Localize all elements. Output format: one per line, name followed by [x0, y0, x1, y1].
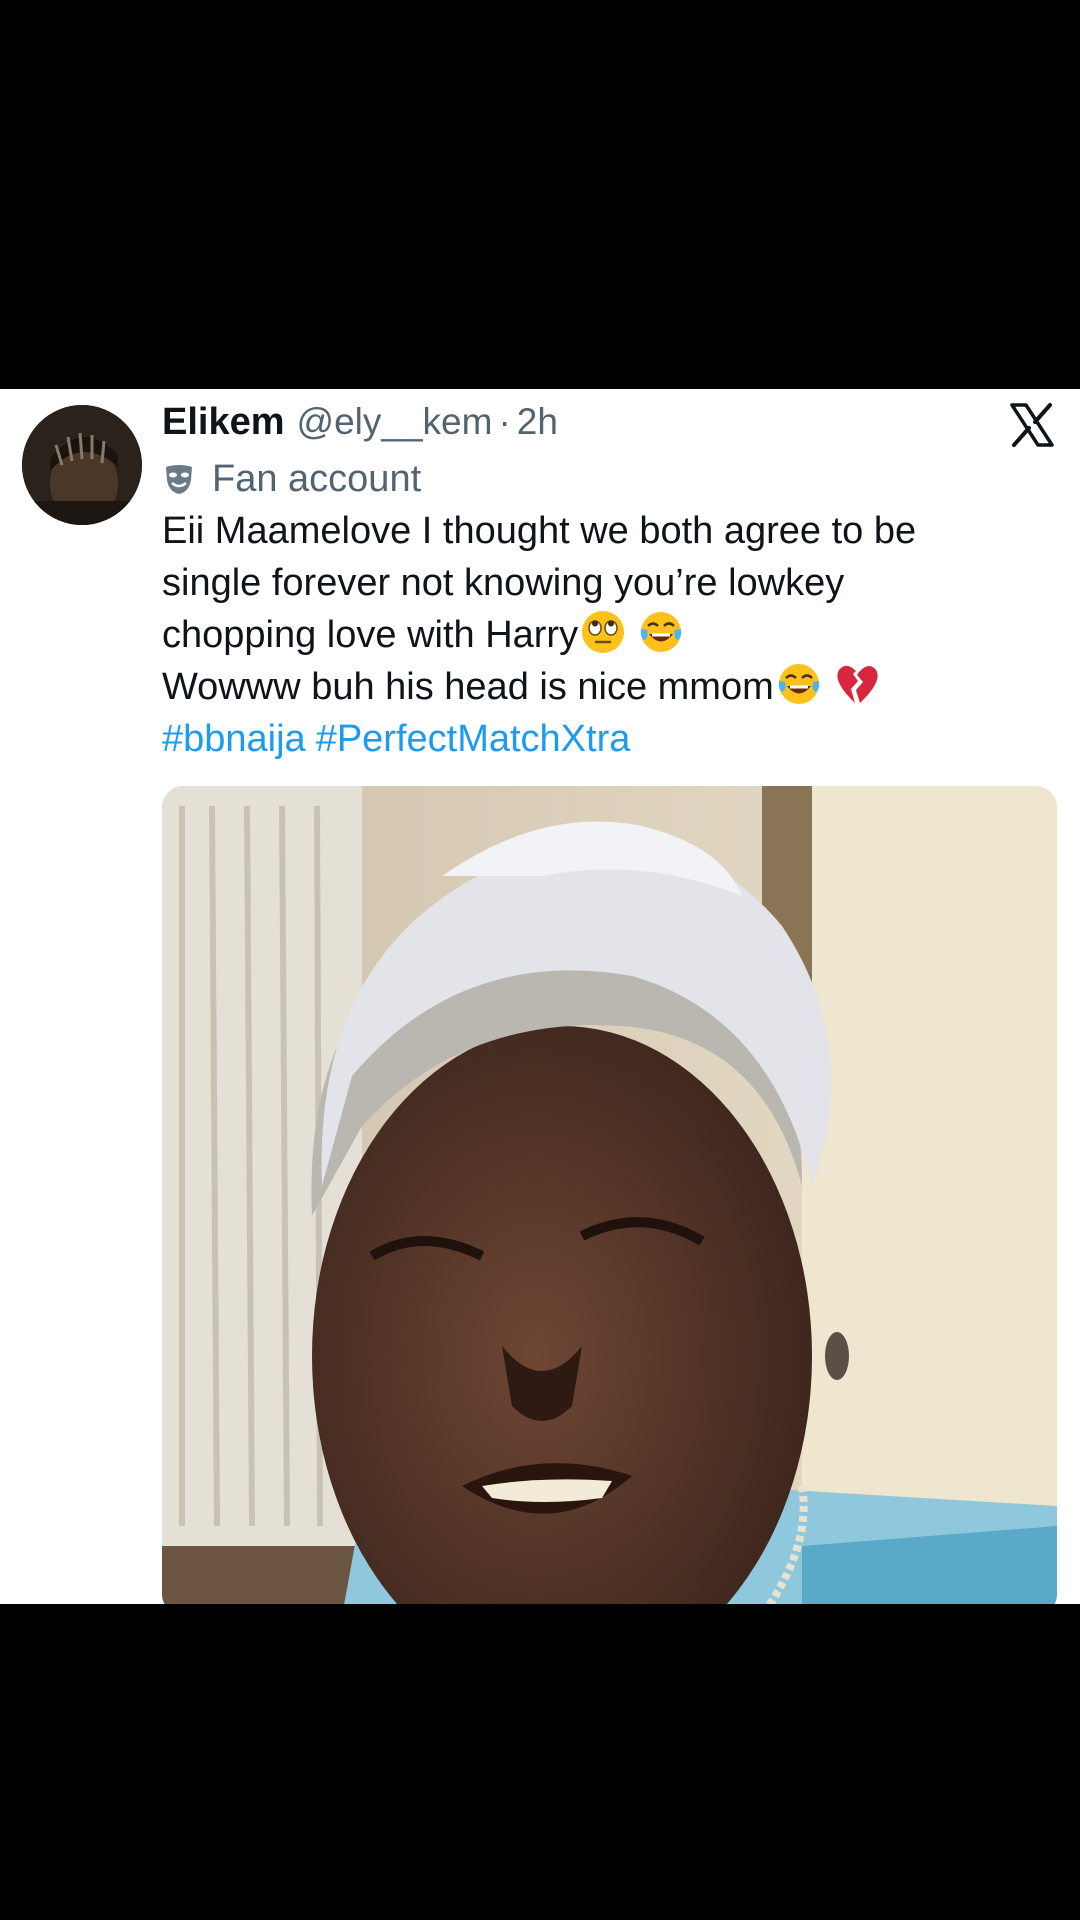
fan-account-label: Fan account: [162, 453, 421, 505]
separator-dot: ·: [498, 401, 511, 442]
tweet-line-3: chopping love with Harry: [162, 614, 579, 656]
hashtag-bbnaija[interactable]: #bbnaija: [162, 718, 306, 760]
photo-of-elderly-woman: [162, 786, 1057, 1604]
tweet-card[interactable]: Elikem @ely__kem · 2h Fan account Eii Ma…: [0, 389, 1080, 1604]
tweet-line-2: single forever not knowing you’re lowkey: [162, 562, 845, 604]
x-logo-icon[interactable]: [1008, 401, 1056, 449]
hashtags: #bbnaija #PerfectMatchXtra: [162, 713, 1062, 765]
fan-account-text: Fan account: [212, 457, 422, 500]
display-name[interactable]: Elikem: [162, 401, 285, 444]
user-handle[interactable]: @ely__kem: [297, 401, 493, 443]
broken-heart-emoji: [837, 665, 878, 703]
tears-of-joy-emoji: [640, 612, 682, 652]
tweet-header: Elikem @ely__kem · 2h: [162, 401, 558, 453]
user-avatar[interactable]: [22, 405, 142, 525]
theater-mask-icon: [166, 465, 192, 494]
tears-of-joy-emoji: [778, 664, 819, 704]
tweet-media-photo[interactable]: [162, 786, 1057, 1604]
tweet-line-1: Eii Maamelove I thought we both agree to…: [162, 510, 917, 552]
timestamp[interactable]: 2h: [517, 401, 558, 443]
tweet-line-3-wrap: chopping love with Harry: [162, 609, 1062, 661]
hashtag-perfectmatchxtra[interactable]: #PerfectMatchXtra: [316, 718, 631, 760]
tweet-line-4: Wowww buh his head is nice mmom: [162, 666, 774, 708]
eye-roll-emoji: [582, 611, 625, 653]
tweet-line-4-wrap: Wowww buh his head is nice mmom: [162, 661, 1062, 713]
tweet-text: Eii Maamelove I thought we both agree to…: [162, 505, 1062, 765]
